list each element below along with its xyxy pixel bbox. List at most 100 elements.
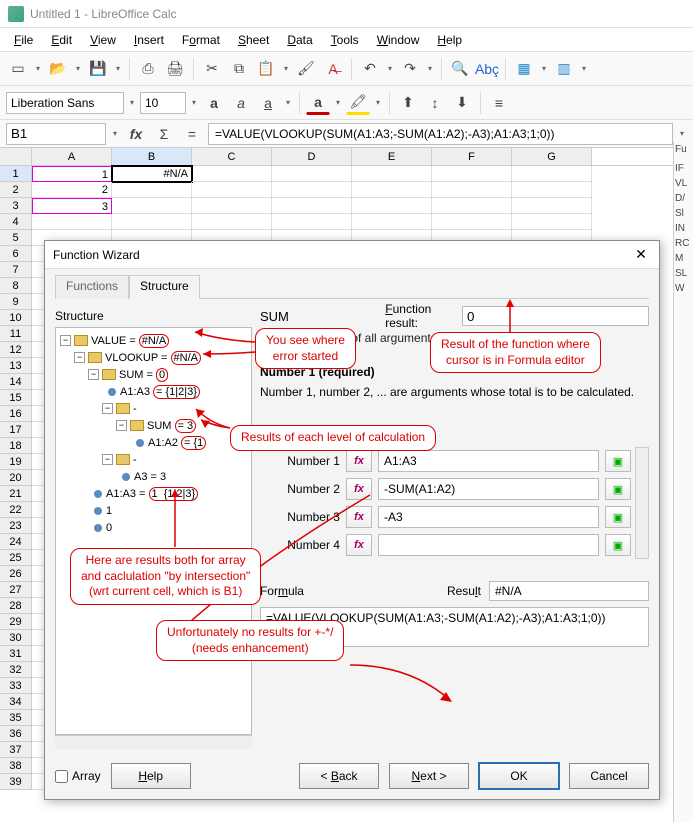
tab-functions[interactable]: Functions — [55, 275, 129, 299]
row-header[interactable]: 36 — [0, 726, 32, 742]
cell[interactable] — [352, 166, 432, 182]
menu-edit[interactable]: Edit — [43, 30, 80, 50]
row-header[interactable]: 34 — [0, 694, 32, 710]
spellcheck-icon[interactable]: Abç — [475, 57, 499, 81]
menu-insert[interactable]: Insert — [126, 30, 172, 50]
row-header[interactable]: 15 — [0, 390, 32, 406]
cell[interactable] — [192, 198, 272, 214]
save-icon[interactable]: 💾 — [86, 57, 110, 81]
arg-input[interactable] — [378, 478, 599, 500]
font-name-input[interactable] — [6, 92, 124, 114]
menu-window[interactable]: Window — [369, 30, 428, 50]
row-header[interactable]: 20 — [0, 470, 32, 486]
export-pdf-icon[interactable]: ⎙ — [136, 57, 160, 81]
find-icon[interactable]: 🔍 — [448, 57, 472, 81]
column-header[interactable]: E — [352, 148, 432, 165]
cell[interactable] — [352, 198, 432, 214]
cell[interactable] — [432, 214, 512, 230]
row-header[interactable]: 31 — [0, 646, 32, 662]
row-header[interactable]: 4 — [0, 214, 32, 230]
sidebar-item[interactable]: W — [674, 281, 693, 296]
row-header[interactable]: 13 — [0, 358, 32, 374]
cell[interactable] — [192, 166, 272, 182]
cell[interactable]: 2 — [32, 182, 112, 198]
row-header[interactable]: 29 — [0, 614, 32, 630]
row-header[interactable]: 6 — [0, 246, 32, 262]
bold-icon[interactable]: a — [202, 91, 226, 115]
menu-tools[interactable]: Tools — [323, 30, 367, 50]
dropdown-icon[interactable]: ▾ — [127, 98, 137, 107]
dropdown-icon[interactable]: ▾ — [539, 64, 549, 73]
row-header[interactable]: 25 — [0, 550, 32, 566]
row-header[interactable]: 5 — [0, 230, 32, 246]
collapse-icon[interactable]: − — [102, 454, 113, 465]
dropdown-icon[interactable]: ▾ — [677, 129, 687, 138]
sidebar-item[interactable]: VL — [674, 176, 693, 191]
dropdown-icon[interactable]: ▾ — [283, 98, 293, 107]
shrink-ref-icon[interactable]: ▣ — [605, 534, 631, 556]
highlight-icon[interactable]: 🖍 — [346, 91, 370, 115]
row-header[interactable]: 28 — [0, 598, 32, 614]
underline-icon[interactable]: a — [256, 91, 280, 115]
collapse-icon[interactable]: − — [102, 403, 113, 414]
corner-cell[interactable] — [0, 148, 32, 165]
cell[interactable] — [32, 214, 112, 230]
fx-icon[interactable]: fx — [346, 534, 372, 556]
cell[interactable] — [432, 182, 512, 198]
row-header[interactable]: 10 — [0, 310, 32, 326]
cell[interactable] — [272, 198, 352, 214]
dropdown-icon[interactable]: ▾ — [189, 98, 199, 107]
row-header[interactable]: 9 — [0, 294, 32, 310]
align-bottom-icon[interactable]: ⬇ — [450, 91, 474, 115]
font-color-icon[interactable]: a — [306, 91, 330, 115]
dropdown-icon[interactable]: ▾ — [281, 64, 291, 73]
redo-icon[interactable]: ↷ — [398, 57, 422, 81]
row-header[interactable]: 1 — [0, 166, 32, 182]
row-header[interactable]: 26 — [0, 566, 32, 582]
row-header[interactable]: 27 — [0, 582, 32, 598]
row-header[interactable]: 32 — [0, 662, 32, 678]
align-top-icon[interactable]: ⬆ — [396, 91, 420, 115]
open-icon[interactable]: 📂 — [46, 57, 70, 81]
cut-icon[interactable]: ✂ — [200, 57, 224, 81]
column-header[interactable]: G — [512, 148, 592, 165]
cell[interactable]: #N/A — [112, 166, 192, 182]
collapse-icon[interactable]: − — [88, 369, 99, 380]
help-button[interactable]: Help — [111, 763, 191, 789]
row-header[interactable]: 37 — [0, 742, 32, 758]
row-header[interactable]: 35 — [0, 710, 32, 726]
clear-format-icon[interactable]: A̶ — [321, 57, 345, 81]
dropdown-icon[interactable]: ▾ — [425, 64, 435, 73]
column-icon[interactable]: ▥ — [552, 57, 576, 81]
menu-file[interactable]: File — [6, 30, 41, 50]
cell[interactable]: 1 — [32, 166, 112, 182]
sidebar-item[interactable]: SL — [674, 266, 693, 281]
font-size-input[interactable] — [140, 92, 186, 114]
row-header[interactable]: 11 — [0, 326, 32, 342]
cell[interactable] — [192, 214, 272, 230]
align-left-icon[interactable]: ≡ — [487, 91, 511, 115]
cell[interactable] — [112, 198, 192, 214]
align-middle-icon[interactable]: ↕ — [423, 91, 447, 115]
cell[interactable] — [352, 182, 432, 198]
tab-structure[interactable]: Structure — [129, 275, 200, 299]
row-header[interactable]: 14 — [0, 374, 32, 390]
ok-button[interactable]: OK — [479, 763, 559, 789]
horizontal-scrollbar[interactable] — [55, 735, 252, 749]
dropdown-icon[interactable]: ▾ — [73, 64, 83, 73]
shrink-ref-icon[interactable]: ▣ — [605, 506, 631, 528]
paste-icon[interactable]: 📋 — [254, 57, 278, 81]
column-header[interactable]: A — [32, 148, 112, 165]
row-header[interactable]: 12 — [0, 342, 32, 358]
cell[interactable] — [512, 214, 592, 230]
arg-input[interactable] — [378, 506, 599, 528]
cell[interactable]: 3 — [32, 198, 112, 214]
dropdown-icon[interactable]: ▾ — [373, 98, 383, 107]
row-header[interactable]: 21 — [0, 486, 32, 502]
row-header[interactable]: 16 — [0, 406, 32, 422]
array-checkbox[interactable]: Array — [55, 769, 101, 783]
next-button[interactable]: Next > — [389, 763, 469, 789]
sidebar-item[interactable]: IN — [674, 221, 693, 236]
sum-icon[interactable]: Σ — [152, 122, 176, 146]
cancel-button[interactable]: Cancel — [569, 763, 649, 789]
